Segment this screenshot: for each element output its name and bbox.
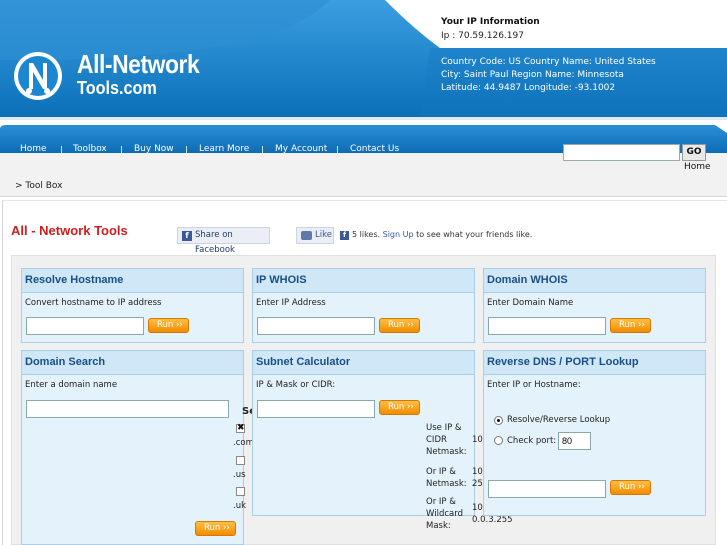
tool-reverse-dns-port-lookup: Reverse DNS / PORT Lookup Enter IP or Ho… [483,350,706,516]
search-go-button[interactable]: GO [682,144,706,161]
facebook-share-button[interactable]: f Share on Facebook [177,227,270,255]
nav-buy-now[interactable]: Buy Now [134,144,174,153]
page-title: All - Network Tools [11,223,128,238]
tool-description: Enter Domain Name [487,298,574,308]
nav-divider [121,146,122,153]
tool-ip-whois: IP WHOIS Enter IP Address Run ›› [252,268,475,343]
breadcrumb: > Tool Box [15,181,63,191]
city-info: City: Saint Paul Region Name: Minnesota [441,70,624,80]
facebook-like-button[interactable]: Like [296,227,334,244]
resolve-lookup-radio[interactable] [494,416,503,425]
logo-text-primary: All-Network [77,49,200,79]
site-search-input[interactable] [563,144,680,161]
nav-divider [61,146,62,153]
home-link[interactable]: Home [684,162,711,172]
netmask-value: 10 25 [472,467,483,489]
nav-my-account[interactable]: My Account [275,144,327,153]
subnet-input[interactable] [257,400,375,418]
domain-name-input[interactable] [488,317,606,335]
tool-title: Subnet Calculator [256,356,351,368]
nav-home[interactable]: Home [20,144,47,153]
tool-title: Resolve Hostname [25,274,124,286]
run-button[interactable]: Run ›› [610,480,651,495]
coordinates-info: Latitude: 44.9487 Longitude: -93.1002 [441,83,616,93]
domain-search-input[interactable] [26,400,229,418]
check-port-label: Check port: [507,436,557,446]
nav-divider [262,146,263,153]
run-button[interactable]: Run ›› [379,318,420,333]
tld-checkbox-uk[interactable] [236,487,245,496]
tool-description: Enter IP Address [256,298,326,308]
logo-text-secondary: Tools.com [77,78,157,98]
check-port-radio[interactable] [494,436,503,445]
site-header: All-Network Tools.com Your IP Informatio… [0,0,727,120]
tool-resolve-hostname: Resolve Hostname Convert hostname to IP … [21,268,244,343]
facebook-like-label: Like [315,230,332,240]
tool-title: Reverse DNS / PORT Lookup [487,356,639,368]
thumbs-up-icon [301,231,312,240]
reverse-dns-input[interactable] [488,480,606,498]
netmask-label: Or IP & Netmask: [426,467,467,489]
run-button[interactable]: Run ›› [195,521,236,536]
facebook-signup-link[interactable]: Sign Up [383,230,414,239]
ip-info-title: Your IP Information [441,17,540,27]
tool-description: Convert hostname to IP address [25,298,162,308]
wildcard-label: Or IP & Wildcard Mask: [426,497,463,531]
nav-divider [337,146,338,153]
resolve-lookup-label: Resolve/Reverse Lookup [507,415,611,425]
nav-divider [186,146,187,153]
hostname-input[interactable] [26,317,144,335]
tool-description: Enter IP or Hostname: [487,380,581,390]
nav-toolbox[interactable]: Toolbox [73,144,107,153]
nav-learn-more[interactable]: Learn More [199,144,249,153]
facebook-share-label: Share on Facebook [195,230,235,255]
ip-address: Ip : 70.59.126.197 [441,31,524,41]
port-input[interactable] [558,432,591,450]
tool-description: IP & Mask or CIDR: [256,380,336,390]
facebook-icon: f [182,231,192,241]
tld-label-us: .us [233,470,246,480]
run-button[interactable]: Run ›› [148,318,189,333]
tool-domain-whois: Domain WHOIS Enter Domain Name Run ›› [483,268,706,343]
tld-checkbox-us[interactable] [236,456,245,465]
tool-title: IP WHOIS [256,274,307,286]
cidr-value: 10 [472,435,483,445]
logo-icon [14,52,62,100]
tool-title: Domain WHOIS [487,274,568,286]
signup-suffix: to see what your friends like. [416,230,533,239]
tool-title: Domain Search [25,356,106,368]
nav-contact-us[interactable]: Contact Us [350,144,399,153]
country-info: Country Code: US Country Name: United St… [441,57,656,67]
tool-description: Enter a domain name [25,380,118,390]
tld-checkbox-com[interactable]: ✖ [236,424,245,433]
tld-label-uk: .uk [233,501,247,511]
facebook-icon: f [340,231,349,240]
tool-domain-search: Domain Search Enter a domain name Run ›› [21,350,244,545]
cidr-label: Use IP & CIDR Netmask: [426,423,467,457]
tld-label-com: .com [233,438,252,448]
facebook-likes-text: f5 likes. Sign Up to see what your frien… [340,230,532,240]
likes-count: 5 likes. [352,230,381,239]
ip-address-input[interactable] [257,317,375,335]
run-button[interactable]: Run ›› [379,400,420,415]
run-button[interactable]: Run ›› [610,318,651,333]
